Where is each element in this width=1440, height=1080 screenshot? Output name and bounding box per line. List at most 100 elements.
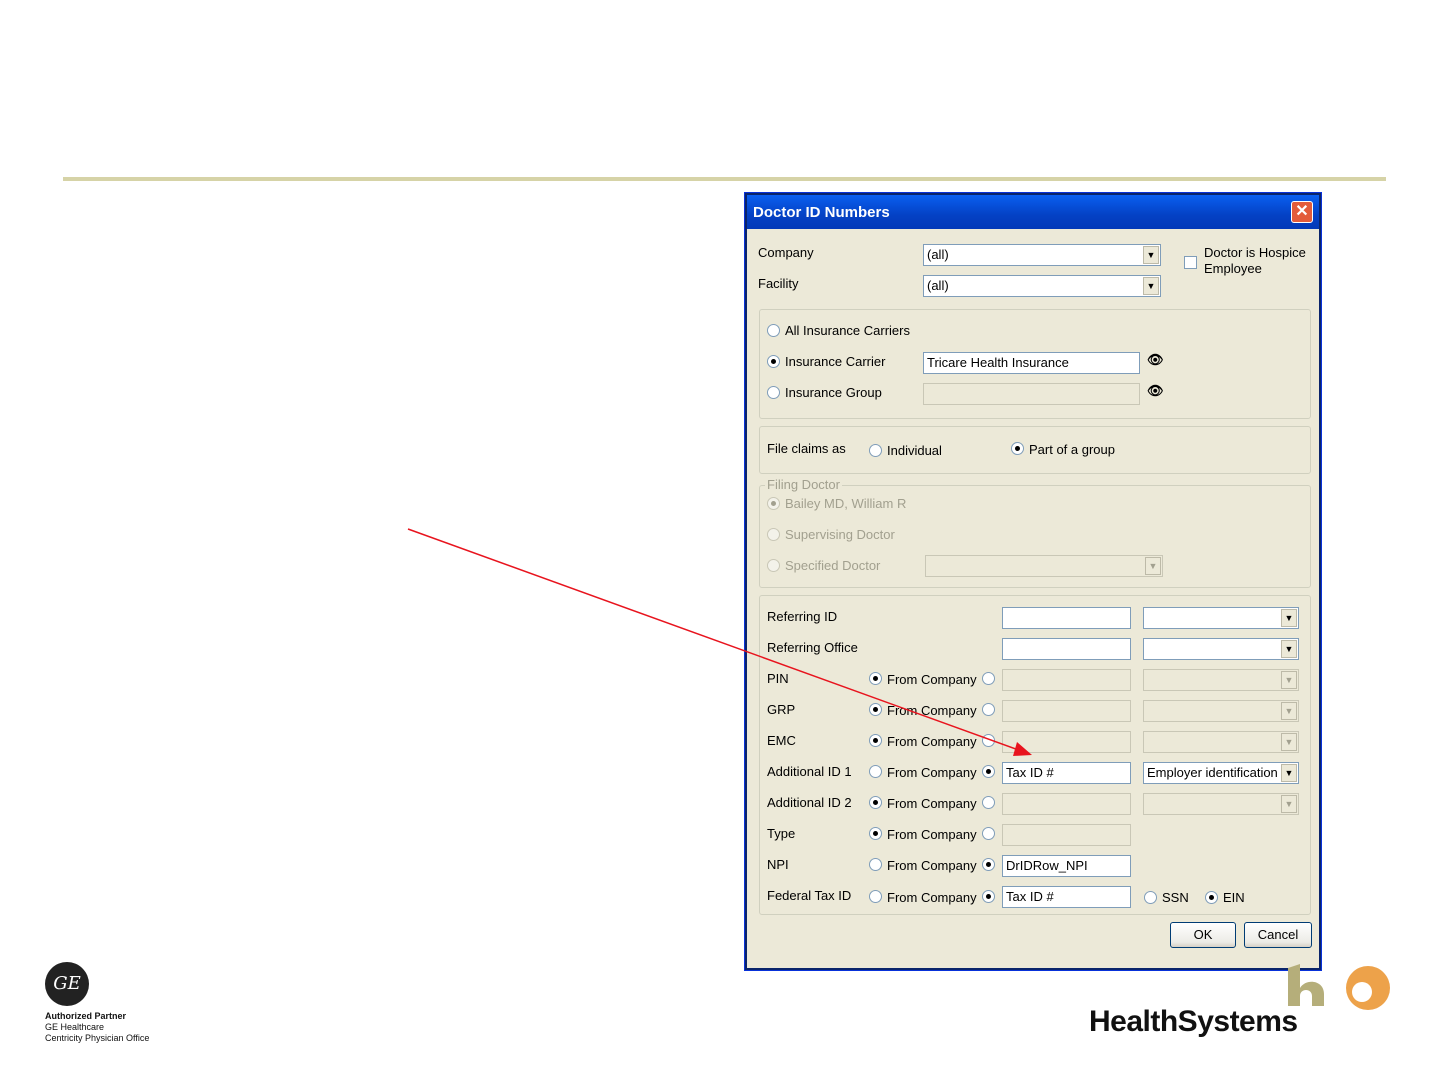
- type-custom-radio[interactable]: [982, 827, 995, 840]
- company-select-value: (all): [927, 247, 949, 262]
- federal-tax-id-from-company-label: From Company: [887, 890, 977, 905]
- part-of-group-radio[interactable]: [1011, 442, 1024, 455]
- chevron-down-icon[interactable]: ▼: [1281, 640, 1297, 658]
- insurance-group-field[interactable]: [923, 383, 1140, 405]
- additional-id-1-type-value: Employer identification nu: [1147, 765, 1278, 780]
- chevron-down-icon[interactable]: ▼: [1281, 733, 1297, 751]
- grp-from-company-label: From Company: [887, 703, 977, 718]
- additional-id-2-from-company-label: From Company: [887, 796, 977, 811]
- chevron-down-icon[interactable]: ▼: [1145, 557, 1161, 575]
- emc-custom-radio[interactable]: [982, 734, 995, 747]
- ssn-radio[interactable]: [1144, 891, 1157, 904]
- referring-office-label: Referring Office: [767, 640, 858, 655]
- chevron-down-icon[interactable]: ▼: [1143, 277, 1159, 295]
- referring-id-type-select[interactable]: ▼: [1143, 607, 1299, 629]
- npi-label: NPI: [767, 857, 789, 872]
- chevron-down-icon[interactable]: ▼: [1281, 795, 1297, 813]
- company-label: Company: [758, 245, 814, 260]
- individual-label: Individual: [887, 443, 942, 458]
- additional-id-2-label: Additional ID 2: [767, 795, 852, 810]
- ok-button[interactable]: OK: [1170, 922, 1236, 948]
- chevron-down-icon[interactable]: ▼: [1281, 764, 1297, 782]
- type-from-company-label: From Company: [887, 827, 977, 842]
- emc-from-company-label: From Company: [887, 734, 977, 749]
- dialog-titlebar[interactable]: Doctor ID Numbers ✕: [747, 195, 1319, 229]
- supervising-doctor-radio[interactable]: [767, 528, 780, 541]
- all-carriers-radio[interactable]: [767, 324, 780, 337]
- referring-office-field[interactable]: [1002, 638, 1131, 660]
- partner-line2: GE Healthcare: [45, 1022, 105, 1032]
- additional-id-1-from-company-label: From Company: [887, 765, 977, 780]
- filing-doctor-legend: Filing Doctor: [765, 477, 842, 492]
- ge-mark-text: GE: [53, 973, 81, 994]
- close-icon: ✕: [1295, 203, 1309, 220]
- pin-field[interactable]: [1002, 669, 1131, 691]
- specified-doctor-radio[interactable]: [767, 559, 780, 572]
- ge-logo: GE: [45, 962, 89, 1006]
- dialog-body: Company (all) ▼ Facility (all) ▼ Doctor …: [749, 229, 1317, 966]
- referring-id-label: Referring ID: [767, 609, 838, 624]
- partner-line3: Centricity Physician Office: [45, 1033, 150, 1043]
- hospice-employee-checkbox[interactable]: [1184, 256, 1197, 269]
- chevron-down-icon[interactable]: ▼: [1143, 246, 1159, 264]
- additional-id-1-from-company-radio[interactable]: [869, 765, 882, 778]
- grp-field[interactable]: [1002, 700, 1131, 722]
- emc-from-company-radio[interactable]: [869, 734, 882, 747]
- facility-select[interactable]: (all) ▼: [923, 275, 1161, 297]
- npi-from-company-radio[interactable]: [869, 858, 882, 871]
- specified-doctor-select[interactable]: ▼: [925, 555, 1163, 577]
- partner-text: Authorized Partner GE Healthcare Centric…: [45, 1011, 149, 1044]
- emc-type-select[interactable]: ▼: [1143, 731, 1299, 753]
- grp-type-select[interactable]: ▼: [1143, 700, 1299, 722]
- referring-id-field[interactable]: [1002, 607, 1131, 629]
- additional-id-2-field[interactable]: [1002, 793, 1131, 815]
- hospice-label-line1: Doctor is Hospice: [1204, 245, 1306, 260]
- additional-id-2-type-select[interactable]: ▼: [1143, 793, 1299, 815]
- npi-custom-radio[interactable]: [982, 858, 995, 871]
- filing-doctor-name: Bailey MD, William R: [785, 496, 907, 511]
- federal-tax-id-label: Federal Tax ID: [767, 888, 852, 903]
- supervising-doctor-label: Supervising Doctor: [785, 527, 895, 542]
- chevron-down-icon[interactable]: ▼: [1281, 702, 1297, 720]
- insurance-group-label: Insurance Group: [785, 385, 882, 400]
- insurance-group-radio[interactable]: [767, 386, 780, 399]
- company-select[interactable]: (all) ▼: [923, 244, 1161, 266]
- grp-custom-radio[interactable]: [982, 703, 995, 716]
- chevron-down-icon[interactable]: ▼: [1281, 609, 1297, 627]
- pin-from-company-radio[interactable]: [869, 672, 882, 685]
- additional-id-1-custom-radio[interactable]: [982, 765, 995, 778]
- additional-id-2-from-company-radio[interactable]: [869, 796, 882, 809]
- federal-tax-id-from-company-radio[interactable]: [869, 890, 882, 903]
- insurance-carrier-radio[interactable]: [767, 355, 780, 368]
- dialog-title: Doctor ID Numbers: [753, 204, 890, 221]
- emc-field[interactable]: [1002, 731, 1131, 753]
- doctor-id-numbers-dialog: Doctor ID Numbers ✕ Company (all) ▼ Faci…: [744, 192, 1322, 971]
- additional-id-1-label: Additional ID 1: [767, 764, 852, 779]
- header-rule: [63, 177, 1386, 181]
- federal-tax-id-custom-radio[interactable]: [982, 890, 995, 903]
- emc-label: EMC: [767, 733, 796, 748]
- type-from-company-radio[interactable]: [869, 827, 882, 840]
- individual-radio[interactable]: [869, 444, 882, 457]
- cancel-button[interactable]: Cancel: [1244, 922, 1312, 948]
- binoculars-icon[interactable]: 👁: [1147, 383, 1164, 399]
- binoculars-icon[interactable]: 👁: [1147, 352, 1164, 368]
- insurance-carrier-field[interactable]: Tricare Health Insurance: [923, 352, 1140, 374]
- ein-radio[interactable]: [1205, 891, 1218, 904]
- chevron-down-icon[interactable]: ▼: [1281, 671, 1297, 689]
- referring-office-type-select[interactable]: ▼: [1143, 638, 1299, 660]
- type-field[interactable]: [1002, 824, 1131, 846]
- grp-from-company-radio[interactable]: [869, 703, 882, 716]
- close-button[interactable]: ✕: [1291, 201, 1313, 223]
- npi-field[interactable]: DrIDRow_NPI: [1002, 855, 1131, 877]
- partner-line1: Authorized Partner: [45, 1011, 127, 1021]
- filing-doctor-radio[interactable]: [767, 497, 780, 510]
- pin-type-select[interactable]: ▼: [1143, 669, 1299, 691]
- hospice-label-line2: Employee: [1204, 261, 1262, 276]
- additional-id-2-custom-radio[interactable]: [982, 796, 995, 809]
- additional-id-1-field[interactable]: Tax ID #: [1002, 762, 1131, 784]
- federal-tax-id-field[interactable]: Tax ID #: [1002, 886, 1131, 908]
- additional-id-1-type-select[interactable]: Employer identification nu ▼: [1143, 762, 1299, 784]
- pin-custom-radio[interactable]: [982, 672, 995, 685]
- facility-label: Facility: [758, 276, 799, 291]
